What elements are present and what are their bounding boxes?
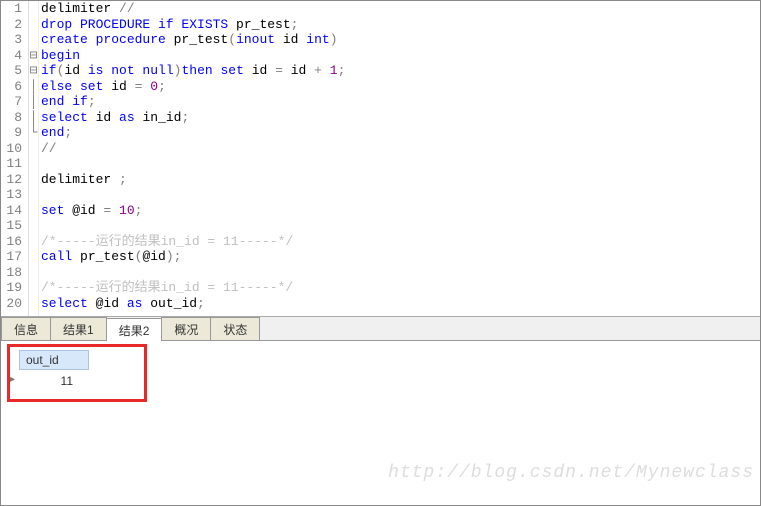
code-line[interactable] xyxy=(41,218,760,234)
fold-marker[interactable]: └ xyxy=(29,125,38,141)
fold-marker[interactable] xyxy=(29,249,38,265)
line-number: 15 xyxy=(1,218,22,234)
result-tabs: 信息结果1结果2概况状态 xyxy=(1,317,760,341)
fold-marker[interactable]: │ xyxy=(29,110,38,126)
code-line[interactable]: create procedure pr_test(inout id int) xyxy=(41,32,760,48)
line-number: 5 xyxy=(1,63,22,79)
line-number: 11 xyxy=(1,156,22,172)
fold-marker[interactable] xyxy=(29,265,38,281)
code-line[interactable] xyxy=(41,265,760,281)
line-number: 16 xyxy=(1,234,22,250)
column-header[interactable]: out_id xyxy=(19,350,89,370)
code-line[interactable]: end; xyxy=(41,125,760,141)
line-number-gutter: 1234567891011121314151617181920 xyxy=(1,1,29,316)
fold-marker[interactable] xyxy=(29,1,38,17)
fold-marker[interactable] xyxy=(29,172,38,188)
tab-结果2[interactable]: 结果2 xyxy=(106,318,163,341)
tab-概况[interactable]: 概况 xyxy=(161,317,211,340)
code-content[interactable]: delimiter //drop PROCEDURE if EXISTS pr_… xyxy=(39,1,760,316)
line-number: 2 xyxy=(1,17,22,33)
line-number: 4 xyxy=(1,48,22,64)
code-line[interactable]: if(id is not null)then set id = id + 1; xyxy=(41,63,760,79)
code-line[interactable]: // xyxy=(41,141,760,157)
tab-状态[interactable]: 状态 xyxy=(210,317,260,340)
code-line[interactable]: delimiter ; xyxy=(41,172,760,188)
fold-marker[interactable]: │ xyxy=(29,79,38,95)
code-line[interactable]: select id as in_id; xyxy=(41,110,760,126)
line-number: 3 xyxy=(1,32,22,48)
line-number: 12 xyxy=(1,172,22,188)
line-number: 20 xyxy=(1,296,22,312)
fold-marker[interactable] xyxy=(29,234,38,250)
code-line[interactable]: else set id = 0; xyxy=(41,79,760,95)
line-number: 6 xyxy=(1,79,22,95)
fold-marker[interactable] xyxy=(29,17,38,33)
code-line[interactable]: select @id as out_id; xyxy=(41,296,760,312)
code-line[interactable]: end if; xyxy=(41,94,760,110)
code-line[interactable]: begin xyxy=(41,48,760,64)
line-number: 18 xyxy=(1,265,22,281)
result-panel: out_id ▶ 11 xyxy=(1,341,760,491)
row-pointer-icon: ▶ xyxy=(9,370,19,392)
line-number: 8 xyxy=(1,110,22,126)
fold-marker[interactable] xyxy=(29,187,38,203)
fold-marker[interactable]: ⊟ xyxy=(29,48,38,64)
code-line[interactable]: call pr_test(@id); xyxy=(41,249,760,265)
code-line[interactable]: /*-----运行的结果in_id = 11-----*/ xyxy=(41,234,760,250)
fold-gutter[interactable]: ⊟⊟│││└ xyxy=(29,1,39,316)
code-line[interactable] xyxy=(41,156,760,172)
fold-marker[interactable] xyxy=(29,280,38,296)
code-line[interactable]: /*-----运行的结果in_id = 11-----*/ xyxy=(41,280,760,296)
code-line[interactable]: set @id = 10; xyxy=(41,203,760,219)
line-number: 9 xyxy=(1,125,22,141)
fold-marker[interactable] xyxy=(29,156,38,172)
line-number: 1 xyxy=(1,1,22,17)
code-line[interactable] xyxy=(41,187,760,203)
line-number: 17 xyxy=(1,249,22,265)
code-line[interactable]: delimiter // xyxy=(41,1,760,17)
line-number: 14 xyxy=(1,203,22,219)
result-data-row[interactable]: ▶ 11 xyxy=(9,370,752,392)
tab-信息[interactable]: 信息 xyxy=(1,317,51,340)
line-number: 13 xyxy=(1,187,22,203)
line-number: 10 xyxy=(1,141,22,157)
result-cell[interactable]: 11 xyxy=(19,370,79,392)
line-number: 7 xyxy=(1,94,22,110)
code-editor[interactable]: 1234567891011121314151617181920 ⊟⊟│││└ d… xyxy=(1,1,760,317)
fold-marker[interactable] xyxy=(29,218,38,234)
fold-marker[interactable] xyxy=(29,141,38,157)
fold-marker[interactable] xyxy=(29,203,38,219)
tab-结果1[interactable]: 结果1 xyxy=(50,317,107,340)
line-number: 19 xyxy=(1,280,22,296)
result-header-row: out_id xyxy=(9,350,752,370)
fold-marker[interactable] xyxy=(29,32,38,48)
fold-marker[interactable] xyxy=(29,296,38,312)
code-line[interactable]: drop PROCEDURE if EXISTS pr_test; xyxy=(41,17,760,33)
fold-marker[interactable]: ⊟ xyxy=(29,63,38,79)
fold-marker[interactable]: │ xyxy=(29,94,38,110)
